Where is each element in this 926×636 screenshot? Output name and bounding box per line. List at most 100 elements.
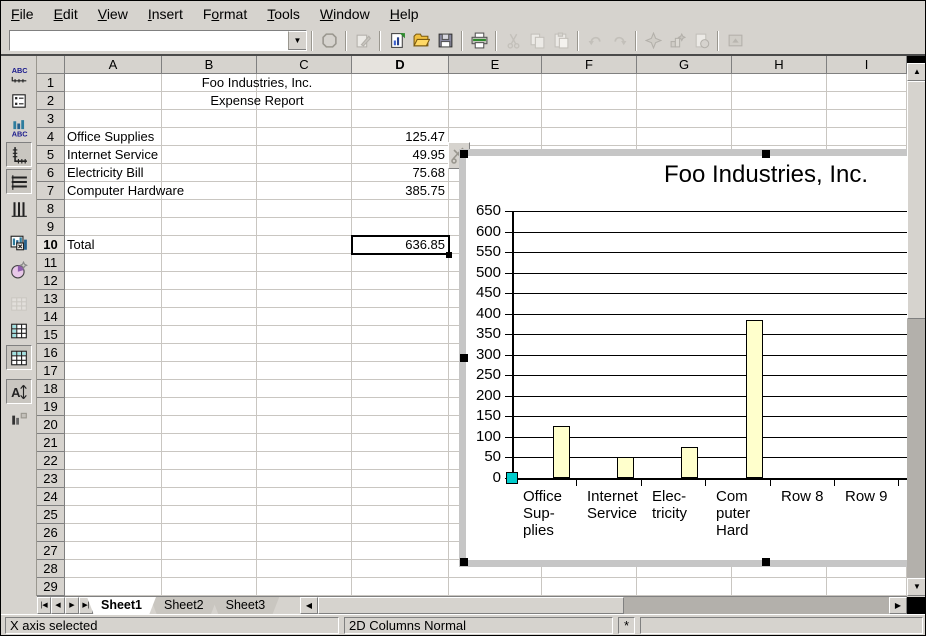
sheet-tab-sheet3[interactable]: Sheet3 — [212, 597, 280, 615]
row-header-18[interactable]: 18 — [37, 380, 65, 398]
row-header-6[interactable]: 6 — [37, 164, 65, 182]
data-in-columns-icon[interactable] — [6, 345, 32, 370]
expense-label[interactable]: Office Supplies — [67, 128, 247, 146]
row-header-3[interactable]: 3 — [37, 110, 65, 128]
horizontal-grid-on-off-icon[interactable] — [6, 169, 32, 194]
row-header-2[interactable]: 2 — [37, 92, 65, 110]
reorganize-chart-icon[interactable] — [6, 406, 32, 431]
expense-value[interactable]: 49.95 — [352, 146, 445, 164]
row-header-12[interactable]: 12 — [37, 272, 65, 290]
column-header-A[interactable]: A — [65, 56, 162, 74]
x-axis[interactable] — [512, 478, 907, 480]
chart-type-icon[interactable] — [6, 257, 32, 282]
row-header-22[interactable]: 22 — [37, 452, 65, 470]
row-header-24[interactable]: 24 — [37, 488, 65, 506]
x-axis-category-label[interactable]: ComputerHard — [716, 488, 770, 539]
axes-on-off-icon[interactable] — [6, 142, 32, 167]
cell-reference-input[interactable] — [10, 31, 288, 50]
y-axis-label[interactable]: 150 — [461, 408, 501, 424]
combo-dropdown-icon[interactable]: ▼ — [288, 31, 306, 50]
y-axis-label[interactable]: 550 — [461, 244, 501, 260]
menu-edit[interactable]: Edit — [44, 3, 88, 25]
row-header-20[interactable]: 20 — [37, 416, 65, 434]
row-header-9[interactable]: 9 — [37, 218, 65, 236]
title-on-off-icon[interactable]: ABC — [6, 61, 32, 86]
vertical-grid-on-off-icon[interactable] — [6, 196, 32, 221]
row-header-23[interactable]: 23 — [37, 470, 65, 488]
y-axis-label[interactable]: 50 — [461, 449, 501, 465]
print-icon[interactable] — [468, 30, 490, 52]
row-header-11[interactable]: 11 — [37, 254, 65, 272]
axes-title-on-off-icon[interactable]: ABC — [6, 115, 32, 140]
row-header-26[interactable]: 26 — [37, 524, 65, 542]
x-axis-category-label[interactable]: InternetService — [587, 488, 641, 522]
expense-value[interactable]: 385.75 — [352, 182, 445, 200]
expense-label[interactable]: Electricity Bill — [67, 164, 247, 182]
y-axis-label[interactable]: 450 — [461, 285, 501, 301]
chart-resize-handle[interactable] — [460, 558, 468, 566]
scroll-left-icon[interactable]: ◀ — [300, 597, 318, 614]
expense-label[interactable]: Internet Service — [67, 146, 247, 164]
y-axis-label[interactable]: 100 — [461, 429, 501, 445]
y-axis-label[interactable]: 250 — [461, 367, 501, 383]
chart-resize-handle[interactable] — [762, 558, 770, 566]
menu-view[interactable]: View — [88, 3, 138, 25]
row-header-21[interactable]: 21 — [37, 434, 65, 452]
row-header-8[interactable]: 8 — [37, 200, 65, 218]
sheet-tab-sheet2[interactable]: Sheet2 — [150, 597, 218, 615]
legend-on-off-icon[interactable] — [6, 88, 32, 113]
menu-file[interactable]: File — [1, 3, 44, 25]
y-axis-label[interactable]: 500 — [461, 265, 501, 281]
y-axis-label[interactable]: 350 — [461, 326, 501, 342]
row-header-17[interactable]: 17 — [37, 362, 65, 380]
row-header-15[interactable]: 15 — [37, 326, 65, 344]
row-header-10[interactable]: 10 — [37, 236, 65, 254]
column-header-D[interactable]: D — [352, 56, 449, 74]
y-axis-label[interactable]: 200 — [461, 388, 501, 404]
vertical-scroll-thumb[interactable] — [907, 81, 926, 319]
row-header-7[interactable]: 7 — [37, 182, 65, 200]
chart-resize-handle[interactable] — [460, 150, 468, 158]
new-document-icon[interactable] — [386, 30, 408, 52]
row-header-13[interactable]: 13 — [37, 290, 65, 308]
x-axis-category-label[interactable]: Row 8 — [781, 488, 835, 505]
save-icon[interactable] — [434, 30, 456, 52]
column-header-C[interactable]: C — [257, 56, 352, 74]
row-header-28[interactable]: 28 — [37, 560, 65, 578]
column-header-F[interactable]: F — [542, 56, 637, 74]
expense-value[interactable]: 75.68 — [352, 164, 445, 182]
chart-bar[interactable] — [553, 426, 570, 478]
column-header-B[interactable]: B — [162, 56, 257, 74]
column-header-E[interactable]: E — [449, 56, 542, 74]
total-label[interactable]: Total — [67, 236, 247, 254]
expense-label[interactable]: Computer Hardware — [67, 182, 247, 200]
row-header-29[interactable]: 29 — [37, 578, 65, 596]
row-header-25[interactable]: 25 — [37, 506, 65, 524]
scroll-up-icon[interactable]: ▲ — [907, 63, 926, 81]
column-header-I[interactable]: I — [827, 56, 907, 74]
y-axis-label[interactable]: 650 — [461, 203, 501, 219]
y-axis-label[interactable]: 0 — [461, 470, 501, 486]
fill-handle[interactable] — [446, 252, 452, 258]
previous-sheet-icon[interactable]: ◀ — [51, 597, 65, 614]
column-header-G[interactable]: G — [637, 56, 732, 74]
scroll-right-icon[interactable]: ▶ — [889, 597, 907, 614]
chart-bar[interactable] — [681, 447, 698, 478]
cell-b1-company-title[interactable]: Foo Industries, Inc. — [162, 74, 352, 92]
data-in-rows-icon[interactable] — [6, 318, 32, 343]
row-header-19[interactable]: 19 — [37, 398, 65, 416]
chart-title[interactable]: Foo Industries, Inc. — [459, 161, 907, 189]
sheet-tab-sheet1[interactable]: Sheet1 — [87, 597, 156, 615]
menu-format[interactable]: Format — [193, 3, 257, 25]
horizontal-scrollbar[interactable]: ◀ ▶ — [300, 596, 907, 615]
first-sheet-icon[interactable]: |◀ — [37, 597, 51, 614]
row-header-16[interactable]: 16 — [37, 344, 65, 362]
chart-data-icon[interactable] — [6, 230, 32, 255]
select-all-corner[interactable] — [37, 56, 65, 74]
y-axis-label[interactable]: 600 — [461, 224, 501, 240]
x-axis-category-label[interactable]: Elec-tricity — [652, 488, 706, 522]
row-header-4[interactable]: 4 — [37, 128, 65, 146]
chart-object[interactable]: Foo Industries, Inc. 0501001502002503003… — [459, 149, 907, 567]
y-axis[interactable] — [512, 211, 514, 480]
cell-b2-report-title[interactable]: Expense Report — [162, 92, 352, 110]
